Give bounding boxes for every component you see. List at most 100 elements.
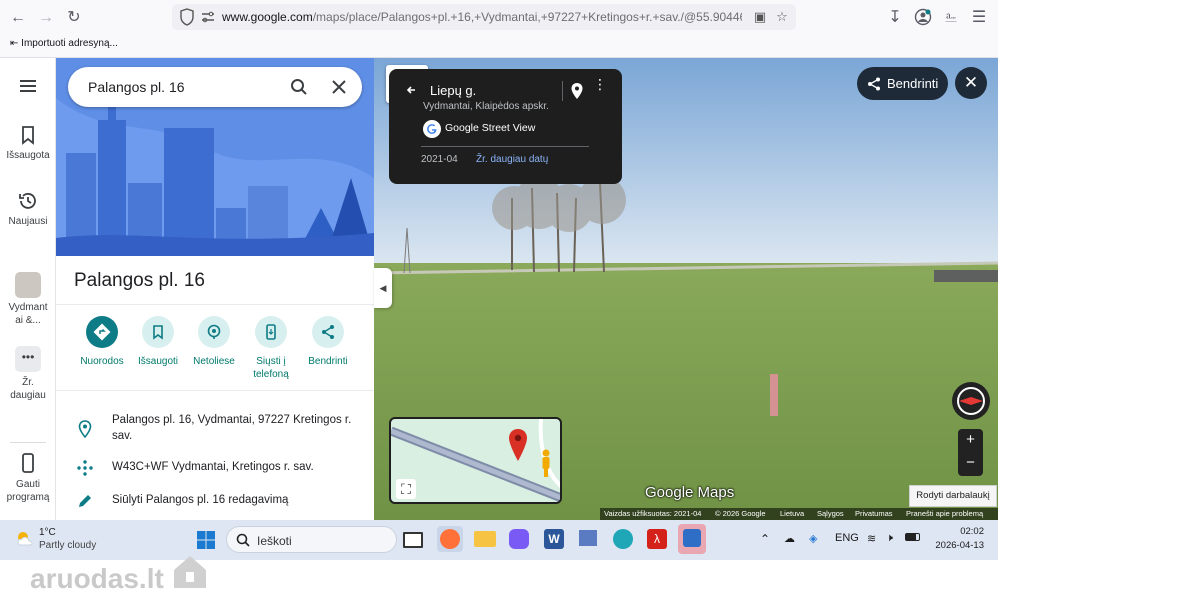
more-vert-icon[interactable]: ⋮ [593,77,607,91]
forward-icon[interactable]: → [35,7,57,29]
system-clock[interactable]: 02:02 2026-04-13 [934,525,984,553]
nearby-icon [198,316,230,348]
rail-recent-place[interactable]: Vydmant ai &... [0,272,56,327]
defender-icon[interactable]: ◈ [809,532,817,545]
task-view-icon[interactable] [403,532,423,548]
divider [56,390,374,391]
close-street-view-button[interactable]: ✕ [955,67,987,99]
mini-map[interactable]: ⛶ [389,417,562,504]
footer-link-terms[interactable]: Sąlygos [817,509,844,518]
language-indicator[interactable]: ENG [835,532,859,544]
expand-icon[interactable]: ⛶ [396,479,416,499]
reader-view-icon[interactable]: ▣ [752,9,768,25]
save-button[interactable]: Išsaugoti [126,316,190,368]
capture-date: 2021-04 [421,154,458,165]
aruodas-watermark: aruodas.lt [30,556,206,598]
send-to-phone-button[interactable]: Siųsti į telefoną [239,316,303,381]
footer-link-country[interactable]: Lietuva [780,509,804,518]
partly-cloudy-icon[interactable] [14,528,36,550]
acrobat-app-icon[interactable]: λ [644,526,670,552]
copilot-app-icon[interactable] [506,526,532,552]
wifi-icon[interactable]: ≋ [867,532,876,545]
place-hero-illustration: Palangos pl. 16 [56,58,374,256]
permissions-icon[interactable] [200,9,216,25]
cloud-icon[interactable]: ☁ [784,532,795,545]
share-button[interactable]: Bendrinti [296,316,360,368]
bookmark-icon [22,126,34,145]
google-logo-icon [423,120,441,138]
street-view-info-card: Liepų g. Vydmantai, Klaipėdos apskr. ⋮ G… [389,69,622,184]
rail-more[interactable]: ••• Žr. daugiau [0,346,56,402]
search-icon[interactable] [290,78,308,96]
collapse-panel-button[interactable]: ◀ [374,268,392,308]
windows-taskbar: 1°C Partly cloudy Ieškoti W λ ⌃ ☁ ◈ ENG … [0,520,998,560]
rail-recent[interactable]: Naujausi [0,190,56,227]
history-icon [19,193,36,209]
clear-search-icon[interactable] [331,79,347,95]
rail-divider [10,442,46,443]
volume-icon[interactable]: 🕨 [886,532,893,545]
pegman-icon[interactable] [539,449,553,477]
weather-condition: Partly cloudy [39,540,97,551]
shield-icon [180,8,194,26]
street-view-source: Google Street View [445,122,536,134]
zoom-controls: + − [958,429,983,476]
back-arrow-icon[interactable] [406,85,416,95]
rail-get-app[interactable]: Gauti programą [0,452,56,504]
more-dates-link[interactable]: Žr. daugiau datų [476,154,548,165]
directions-icon [86,316,118,348]
rail-saved[interactable]: Išsaugota [0,124,56,161]
import-bookmarks-link[interactable]: ⇤ Importuoti adresyną... [10,38,118,49]
street-view-share-button[interactable]: Bendrinti [857,67,948,100]
directions-button[interactable]: Nuorodos [70,316,134,368]
taskbar-search-box[interactable]: Ieškoti [226,526,397,553]
back-icon[interactable]: ← [7,7,29,29]
menu-icon[interactable]: ☰ [968,7,990,29]
firefox-app-icon[interactable] [437,526,463,552]
network-drive-app-icon[interactable] [575,526,601,552]
url-text: www.google.com/maps/place/Palangos+pl.+1… [222,10,742,24]
snipping-tool-app-icon[interactable] [678,524,706,554]
tray-overflow-icon[interactable]: ⌃ [760,532,770,546]
rail-get-app-label: Gauti programą [6,479,50,503]
plus-code-icon [77,460,93,476]
footer-link-privacy[interactable]: Privatumas [855,509,893,518]
hamburger-menu-icon[interactable] [18,78,38,94]
search-input[interactable]: Palangos pl. 16 [88,79,185,95]
battery-icon[interactable] [905,532,920,544]
extensions-icon[interactable]: ⎁ [940,7,962,29]
nearby-button[interactable]: Netoliese [182,316,246,368]
search-icon [236,533,250,547]
share-button-label: Bendrinti [887,76,939,91]
zoom-in-button[interactable]: + [958,429,983,452]
account-icon[interactable] [914,8,932,26]
downloads-icon[interactable]: ↧ [884,7,906,29]
windows-start-icon[interactable] [196,530,216,550]
capture-info: Vaizdas užfiksuotas: 2021-04 [604,509,702,518]
reload-icon[interactable]: ↻ [63,7,85,29]
google-maps-logo: Google Maps [645,484,735,501]
street-area: Vydmantai, Klaipėdos apskr. [423,101,549,112]
save-label: Išsaugoti [137,356,179,367]
edge-app-icon[interactable] [610,526,636,552]
bookmark-label: Importuoti adresyną... [21,38,118,49]
file-explorer-app-icon[interactable] [472,526,498,552]
card-divider [421,146,589,147]
location-pin-icon [78,420,92,438]
location-pin-icon[interactable] [570,82,584,100]
word-app-icon[interactable]: W [541,526,567,552]
address-bar[interactable]: www.google.com/maps/place/Palangos+pl.+1… [172,4,796,30]
more-dots-icon: ••• [15,346,41,372]
bookmark-icon [142,316,174,348]
house-logo-icon [174,556,206,588]
pencil-icon [79,495,91,507]
zoom-out-button[interactable]: − [958,452,983,475]
compass-button[interactable] [952,382,990,420]
plus-code-text: W43C+WF Vydmantai, Kretingos r. sav. [112,461,314,473]
footer-link-report[interactable]: Pranešti apie problemą [906,509,983,518]
bookmark-star-icon[interactable]: ☆ [774,9,790,25]
copyright: © 2026 Google [715,509,766,518]
search-box[interactable]: Palangos pl. 16 [68,67,362,107]
mini-map-roads [391,419,560,502]
directions-label: Nuorodos [80,356,124,367]
